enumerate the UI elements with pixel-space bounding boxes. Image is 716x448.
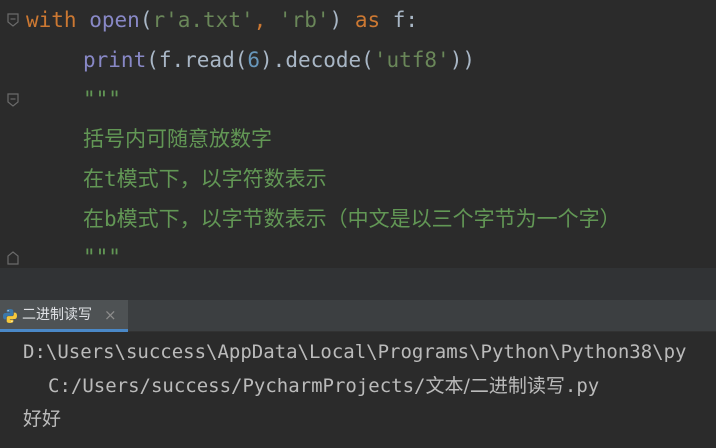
docstring-open: """ bbox=[83, 87, 121, 111]
string-mode: 'rb' bbox=[278, 8, 330, 32]
docstring-close: """ bbox=[83, 245, 121, 268]
panel-divider[interactable] bbox=[0, 268, 716, 300]
console-text: C:/Users/success/PycharmProjects/ bbox=[48, 375, 426, 397]
python-icon bbox=[2, 308, 18, 324]
fold-collapse-icon[interactable] bbox=[6, 12, 20, 28]
keyword-as: as bbox=[354, 8, 381, 32]
builtin-open: open bbox=[89, 8, 140, 32]
doc-text: 在 bbox=[83, 167, 104, 191]
console-text: .py bbox=[564, 375, 600, 397]
number-literal: 6 bbox=[247, 48, 261, 72]
paren: ) bbox=[329, 8, 343, 32]
docstring-line-1: 括号内可随意放数字 bbox=[83, 127, 272, 151]
console-text: 文本/二进制读写 bbox=[425, 375, 565, 397]
string-path: r'a.txt' bbox=[152, 8, 254, 32]
string-encoding: 'utf8' bbox=[373, 48, 450, 72]
code-text: ).decode( bbox=[260, 48, 374, 72]
run-console-output[interactable]: D:\Users\success\AppData\Local\Programs\… bbox=[0, 332, 716, 448]
doc-text: 模式下，以字符数表示 bbox=[116, 167, 327, 191]
console-command-line-1: D:\Users\success\AppData\Local\Programs\… bbox=[23, 341, 687, 363]
code-line-1: with open(r'a.txt', 'rb') as f: bbox=[26, 0, 418, 40]
doc-text: t bbox=[104, 167, 117, 191]
run-tab-binary-readwrite[interactable]: 二进制读写 × bbox=[0, 300, 128, 332]
run-tab-label: 二进制读写 bbox=[22, 307, 92, 323]
variable-f: f: bbox=[392, 8, 419, 32]
console-program-output: 好好 bbox=[23, 408, 62, 430]
doc-text: 在 bbox=[83, 207, 104, 231]
docstring-line-3: 在b模式下，以字节数表示（中文是以三个字节为一个字） bbox=[83, 199, 621, 239]
close-icon[interactable]: × bbox=[104, 300, 117, 330]
builtin-print: print bbox=[83, 48, 147, 72]
code-editor[interactable]: with open(r'a.txt', 'rb') as f: print(f.… bbox=[0, 0, 716, 268]
run-tool-window-tabs: 二进制读写 × bbox=[0, 300, 716, 332]
console-command-line-2: C:/Users/success/PycharmProjects/文本/二进制读… bbox=[48, 369, 599, 403]
paren: ( bbox=[139, 8, 153, 32]
comma: , bbox=[253, 8, 279, 32]
fold-collapse-icon[interactable] bbox=[6, 92, 20, 108]
code-text: )) bbox=[449, 48, 475, 72]
editor-gutter bbox=[0, 0, 26, 268]
fold-end-icon[interactable] bbox=[6, 250, 20, 266]
doc-text: b bbox=[104, 207, 117, 231]
code-text: (f.read( bbox=[146, 48, 248, 72]
keyword-with: with bbox=[26, 8, 77, 32]
docstring-line-2: 在t模式下，以字符数表示 bbox=[83, 159, 327, 199]
code-line-2: print(f.read(6).decode('utf8')) bbox=[83, 40, 475, 80]
doc-text: 模式下，以字节数表示（中文是以三个字节为一个字） bbox=[116, 207, 621, 231]
